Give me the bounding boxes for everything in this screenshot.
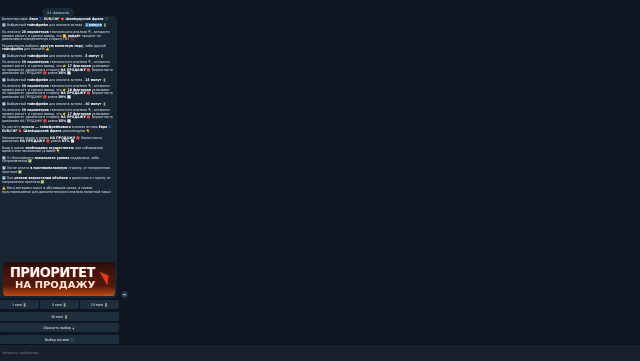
message-fragment: таймфрейм [27, 77, 49, 82]
keyboard-button[interactable]: Сбросить выбор 🧹 [0, 323, 119, 332]
message-fragment: 🔣 Выбранный [2, 101, 28, 106]
message-fragment: 80% 📈 [58, 95, 72, 100]
message-fragment: равна [50, 139, 62, 144]
message-paragraph: По анализу 20 параметров технического ан… [2, 60, 114, 76]
message-fragment: 85% 📈 [58, 118, 72, 123]
message-paragraph: 🔣 Выбранный таймфрейм для анализа актива… [2, 101, 114, 107]
message-paragraph: ⚠️ Весь материал скрыт в обучающих целях… [2, 186, 114, 194]
message-paragraph: По анализу 20 параметров технического ан… [2, 30, 114, 42]
message-fragment: мультирежимное для дополнительного анали… [2, 189, 111, 194]
keyboard-row: 1 мин ⏳ 5 мин ⏳ 15 мин ⏳ [0, 300, 119, 309]
message-fragment: для анализа актива - [48, 23, 86, 28]
message-fragment: Евро 🇪🇺 EUR/CHF 🇨🇭 Швейцарский франк 💱 [29, 17, 109, 21]
message-paragraph: 🔣 Выбранный таймфрейм для анализа актива… [2, 53, 114, 59]
message-text: Валютная пара: Евро 🇪🇺 EUR/CHF 🇨🇭 Швейца… [0, 16, 117, 194]
priority-banner-image[interactable]: ПРИОРИТЕТ НА ПРОДАЖУ [3, 262, 115, 296]
message-paragraph: 🔣 После отката в противоположную сторону… [2, 165, 114, 174]
message-fragment: таймфрейм [2, 47, 23, 52]
keyboard-button[interactable]: Выбор актива 💱 [0, 335, 119, 344]
keyboard-button[interactable]: 30 мин ⏳ [0, 312, 119, 321]
message-fragment: Валютная пара: [2, 17, 30, 21]
message-fragment: 30 минут [85, 101, 102, 106]
message-fragment: таймфрейм [27, 101, 49, 106]
message-fragment: ⏳ [101, 77, 107, 82]
keyboard-button[interactable]: 5 мин ⏳ [40, 300, 79, 309]
message-paragraph: По анализу 20 параметров технического ан… [2, 84, 114, 100]
message-paragraph: 🔣 От ближайшего локального уровня поддер… [2, 155, 114, 164]
keyboard-button[interactable]: 1 мин ⏳ [0, 300, 39, 309]
message-fragment: ⏳ [99, 53, 105, 58]
message-fragment: для анализа актива - [48, 77, 86, 82]
message-fragment: 🔣 Выбранный [2, 53, 28, 58]
message-fragment: , либо другой [83, 43, 106, 48]
message-fragment: ⏳ [101, 101, 107, 106]
message-paragraph: По анализу 20 параметров технического ан… [2, 108, 114, 124]
message-fragment: 5 минут [85, 53, 100, 58]
message-input-placeholder[interactable]: Написать сообщение... [2, 351, 41, 355]
message-paragraph: По расчету мульти — таймфреймового анали… [2, 126, 114, 133]
message-paragraph: 🔣 Выбранный таймфрейм для анализа актива… [2, 77, 114, 83]
keyboard-row: Выбор актива 💱 [0, 335, 119, 344]
highlighted-text: 1 минута [85, 23, 103, 28]
message-fragment: ⏳ [102, 23, 108, 28]
message-fragment: 85% 📈 [58, 71, 72, 76]
message-fragment: 15 минут [85, 77, 102, 82]
message-timestamp: 10:45 [105, 293, 114, 297]
message-fragment: 🔣 Выбранный [2, 23, 28, 28]
message-fragment: локального уровня [34, 155, 70, 160]
message-fragment: в противоположную [30, 165, 68, 170]
message-fragment: для анализа актива - [48, 101, 86, 106]
message-paragraph: Рекомендуем выбрать другую валютную пару… [2, 43, 114, 52]
message-fragment: НА ПРОДАЖУ 🔴 [19, 139, 51, 144]
message-fragment: для анализа 👍 [22, 47, 50, 52]
chat-area: 21 февраля Валютная пара: Евро 🇪🇺 EUR/CH… [0, 0, 640, 344]
keyboard-button[interactable]: 15 мин ⏳ [80, 300, 119, 309]
banner-subtitle: НА ПРОДАЖУ [15, 280, 96, 291]
share-icon[interactable]: ➦ [121, 291, 128, 298]
message-paragraph: Вход в рынок необходимо осуществлять при… [2, 146, 114, 154]
message-fragment: рекомендуем 👇 [61, 129, 90, 134]
message-fragment: 🔣 Выбранный [2, 77, 28, 82]
keyboard-row: Сбросить выбор 🧹 [0, 323, 119, 332]
arrow-down-icon [99, 268, 113, 286]
keyboard-row: 30 мин ⏳ [0, 312, 119, 321]
message-fragment: таймфрейм [27, 53, 49, 58]
message-fragment: 83% 📈 [61, 139, 75, 144]
banner-title: ПРИОРИТЕТ [10, 266, 95, 281]
message-paragraph: 🔣 Выбранный таймфрейм для анализа актива… [2, 23, 114, 28]
message-fragment: для анализа актива - [48, 53, 86, 58]
message-input-bar[interactable]: Написать сообщение... [0, 344, 640, 361]
bot-message-bubble: Валютная пара: Евро 🇪🇺 EUR/CHF 🇨🇭 Швейца… [0, 16, 117, 298]
message-paragraph: 🔣 При резком возрастании объёмов и движе… [2, 176, 114, 184]
message-fragment: таймфрейм [27, 23, 49, 28]
message-paragraph: Направление входа в рынок НА ПРОДАЖУ 🔴 В… [2, 136, 114, 144]
message-paragraph: Валютная пара: Евро 🇪🇺 EUR/CHF 🇨🇭 Швейца… [2, 17, 114, 22]
